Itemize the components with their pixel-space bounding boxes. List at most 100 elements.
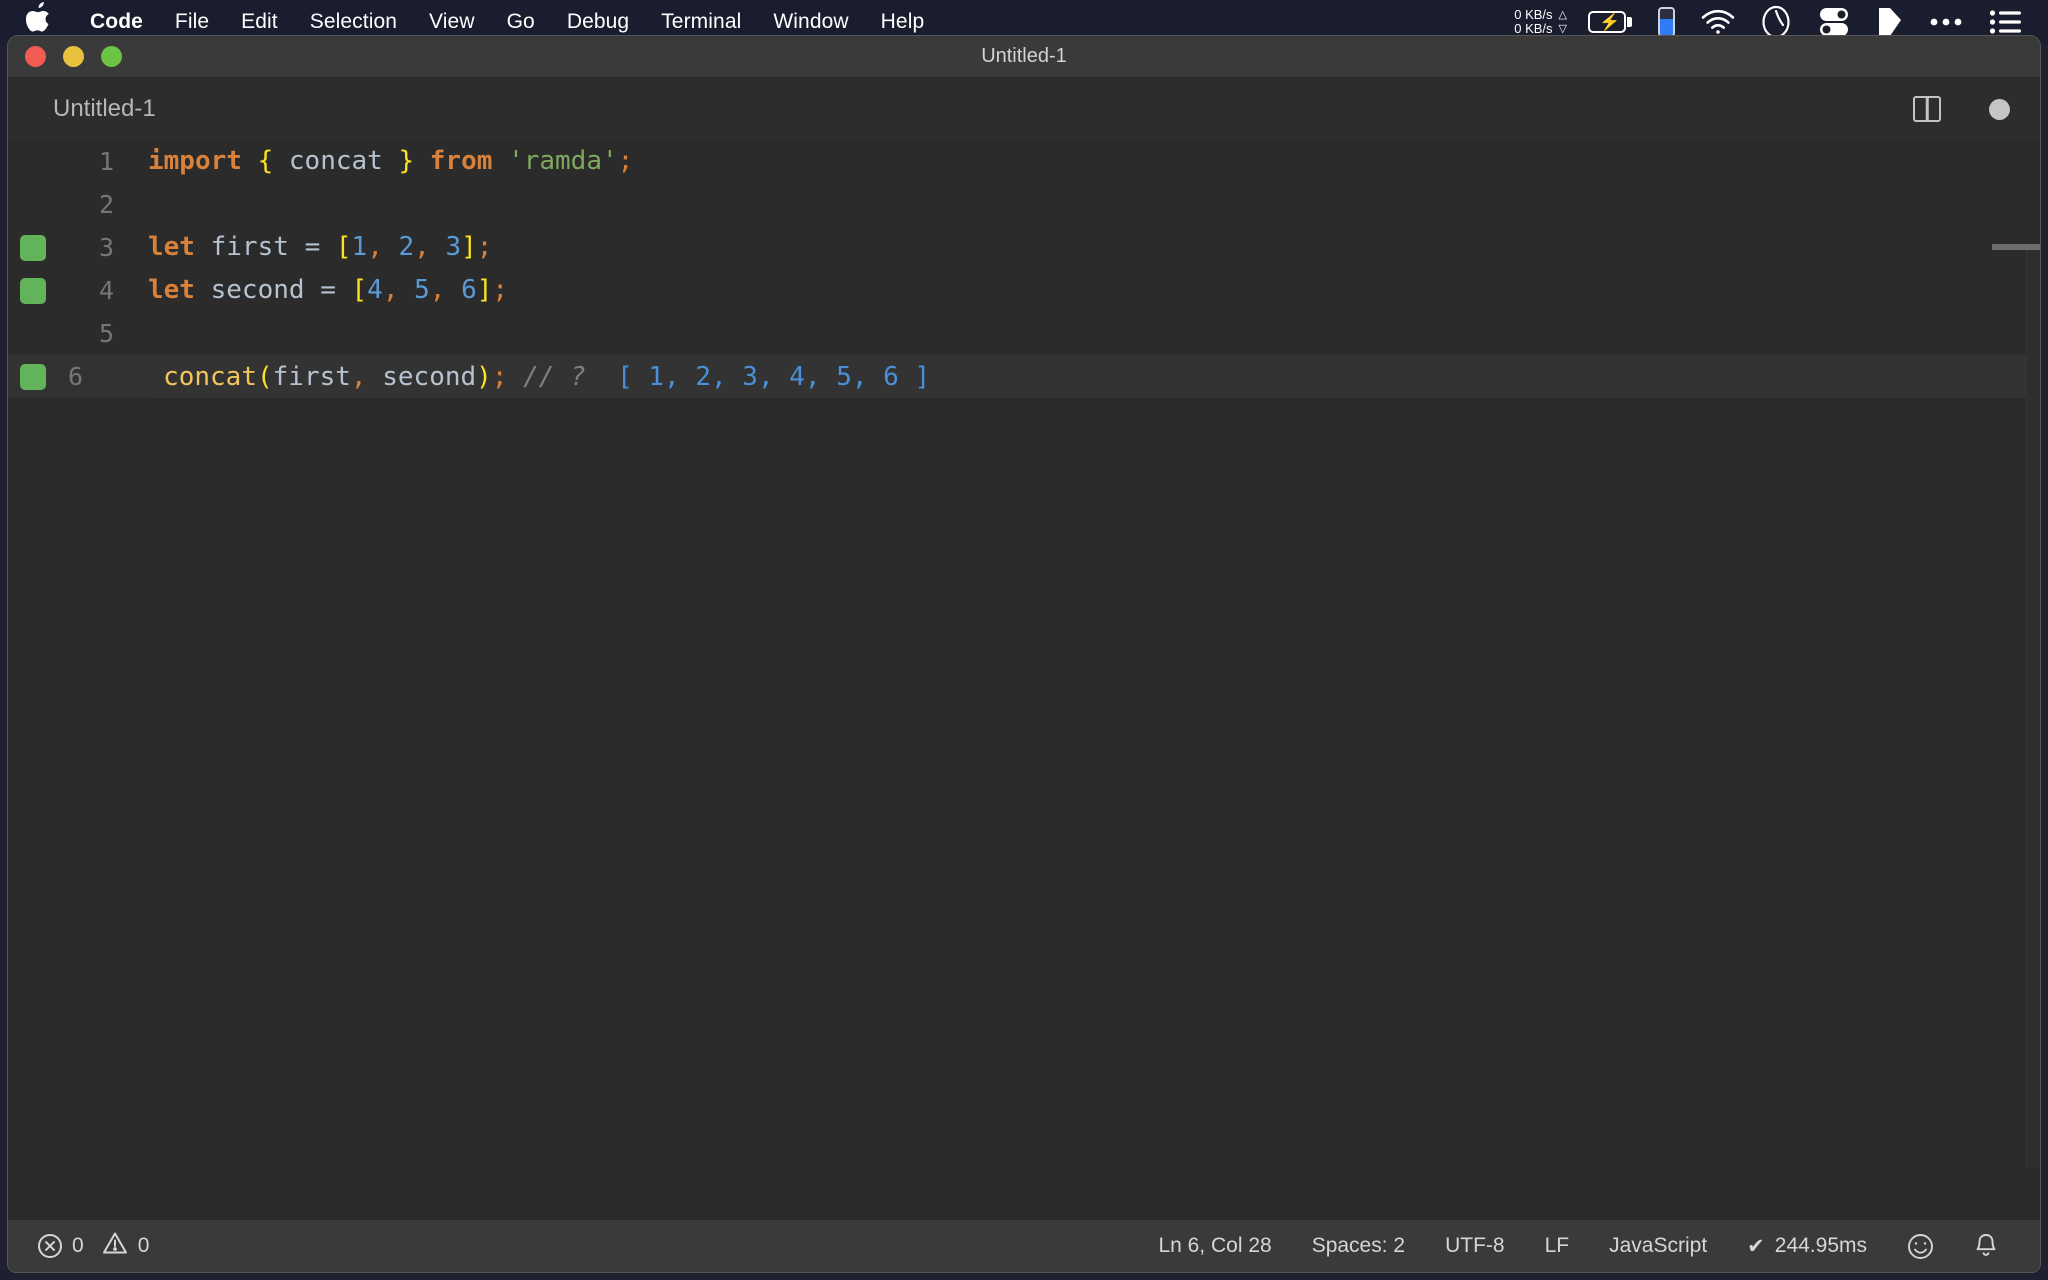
- gutter-marker-icon: [20, 364, 46, 390]
- line-number: 5: [98, 319, 114, 348]
- run-time-status[interactable]: ✔ 244.95ms: [1727, 1234, 1887, 1259]
- indentation-status[interactable]: Spaces: 2: [1292, 1234, 1425, 1258]
- token-cmt: // ?: [523, 362, 586, 392]
- token-num: 4: [367, 275, 383, 305]
- apple-logo-icon[interactable]: [25, 1, 52, 37]
- status-bar-right: Ln 6, Col 28 Spaces: 2 UTF-8 LF JavaScri…: [1138, 1232, 2018, 1260]
- minimap-divider: [2026, 244, 2027, 1168]
- status-bar-left: 0 0: [38, 1231, 169, 1261]
- run-time-value: 244.95ms: [1774, 1234, 1867, 1257]
- line-number: 3: [98, 233, 114, 262]
- menu-item-go[interactable]: Go: [491, 10, 551, 34]
- split-editor-icon[interactable]: [1913, 96, 1941, 122]
- token-brc: [: [335, 232, 352, 262]
- upload-arrow-icon: △: [1558, 9, 1567, 21]
- token-brc: ]: [476, 275, 493, 305]
- line-content: let second = [4, 5, 6];: [148, 269, 508, 312]
- menu-item-code[interactable]: Code: [74, 10, 159, 34]
- warnings-count: 0: [137, 1234, 150, 1257]
- download-arrow-icon: ▽: [1558, 23, 1567, 35]
- problems-status-item[interactable]: 0 0: [38, 1231, 169, 1261]
- gutter-marker-icon: [20, 235, 46, 261]
- token-brc: (: [256, 362, 273, 392]
- editor-tab-bar: Untitled-1: [8, 78, 2040, 140]
- code-line-3[interactable]: 3 let first = [1, 2, 3];: [8, 226, 2040, 269]
- eol-status[interactable]: LF: [1525, 1234, 1590, 1258]
- token-punc: ;: [492, 275, 509, 305]
- token-num: 2: [398, 232, 415, 262]
- menu-item-window[interactable]: Window: [757, 10, 864, 34]
- code-editor[interactable]: 1 import { concat } from 'ramda'; 2 3 let fi…: [8, 140, 2040, 1220]
- bell-icon[interactable]: [1954, 1232, 2018, 1260]
- scrollbar-thumb[interactable]: [1992, 244, 2040, 250]
- network-upload-speed: 0 KB/s: [1514, 7, 1553, 22]
- code-line-5[interactable]: 5: [8, 312, 2040, 355]
- menu-item-view[interactable]: View: [413, 10, 491, 34]
- code-lines-container: 1 import { concat } from 'ramda'; 2 3 let fi…: [8, 140, 2040, 398]
- gutter-marker-icon: [20, 278, 46, 304]
- smiley-icon[interactable]: [1887, 1233, 1954, 1260]
- token-brc: [: [351, 275, 368, 305]
- token-num: 1: [351, 232, 368, 262]
- code-line-1[interactable]: 1 import { concat } from 'ramda';: [8, 140, 2040, 183]
- token-punc: ;: [491, 362, 508, 392]
- code-line-6[interactable]: 6 concat(first, second); // ? [ 1, 2, 3, …: [8, 355, 2040, 398]
- editor-scrollbar[interactable]: [1992, 244, 2040, 1168]
- token-brc: ): [476, 362, 492, 392]
- network-speed-indicator[interactable]: 0 KB/s 0 KB/s △ ▽: [1506, 8, 1575, 36]
- cursor-position-status[interactable]: Ln 6, Col 28: [1138, 1234, 1291, 1258]
- token-brc: {: [257, 146, 274, 176]
- menu-item-file[interactable]: File: [159, 10, 225, 34]
- tab-untitled-1[interactable]: Untitled-1: [53, 95, 156, 123]
- code-line-2[interactable]: 2: [8, 183, 2040, 226]
- line-number: 4: [98, 276, 114, 305]
- vscode-window: Untitled-1 Untitled-1 1 import { concat }…: [8, 36, 2040, 1272]
- check-mark-icon: ✔: [1747, 1234, 1765, 1258]
- line-number: 2: [98, 190, 114, 219]
- menu-item-debug[interactable]: Debug: [551, 10, 645, 34]
- encoding-status[interactable]: UTF-8: [1425, 1234, 1525, 1258]
- menu-item-terminal[interactable]: Terminal: [645, 10, 757, 34]
- token-fn: concat: [163, 362, 257, 392]
- errors-count: 0: [72, 1234, 84, 1257]
- unsaved-dot-icon[interactable]: [1989, 98, 2010, 120]
- token-num: 3: [445, 232, 462, 262]
- code-line-4[interactable]: 4 let second = [4, 5, 6];: [8, 269, 2040, 312]
- token-id: first: [210, 232, 289, 262]
- token-kw: import: [148, 146, 242, 176]
- token-punc: ;: [617, 146, 634, 176]
- window-title-bar[interactable]: Untitled-1: [8, 36, 2040, 78]
- token-punc: ;: [476, 232, 493, 262]
- token-num: 5: [414, 275, 430, 305]
- overview-ruler: [2027, 244, 2040, 1168]
- editor-actions: [1913, 78, 2010, 140]
- token-punc: ,: [414, 232, 430, 262]
- token-punc: ,: [382, 275, 399, 305]
- menu-item-help[interactable]: Help: [865, 10, 941, 34]
- status-bar: 0 0 Ln 6, Col 28 Spaces: 2 UTF-8 LF Java…: [8, 1220, 2040, 1272]
- token-punc: ,: [429, 275, 446, 305]
- language-mode-status[interactable]: JavaScript: [1589, 1234, 1727, 1258]
- token-plain: =: [320, 275, 336, 305]
- menu-item-selection[interactable]: Selection: [294, 10, 413, 34]
- line-content: let first = [1, 2, 3];: [148, 226, 492, 269]
- warning-triangle-icon: [102, 1231, 128, 1261]
- line-number: 6: [68, 362, 84, 391]
- menu-item-edit[interactable]: Edit: [225, 10, 294, 34]
- token-id: concat: [288, 146, 383, 176]
